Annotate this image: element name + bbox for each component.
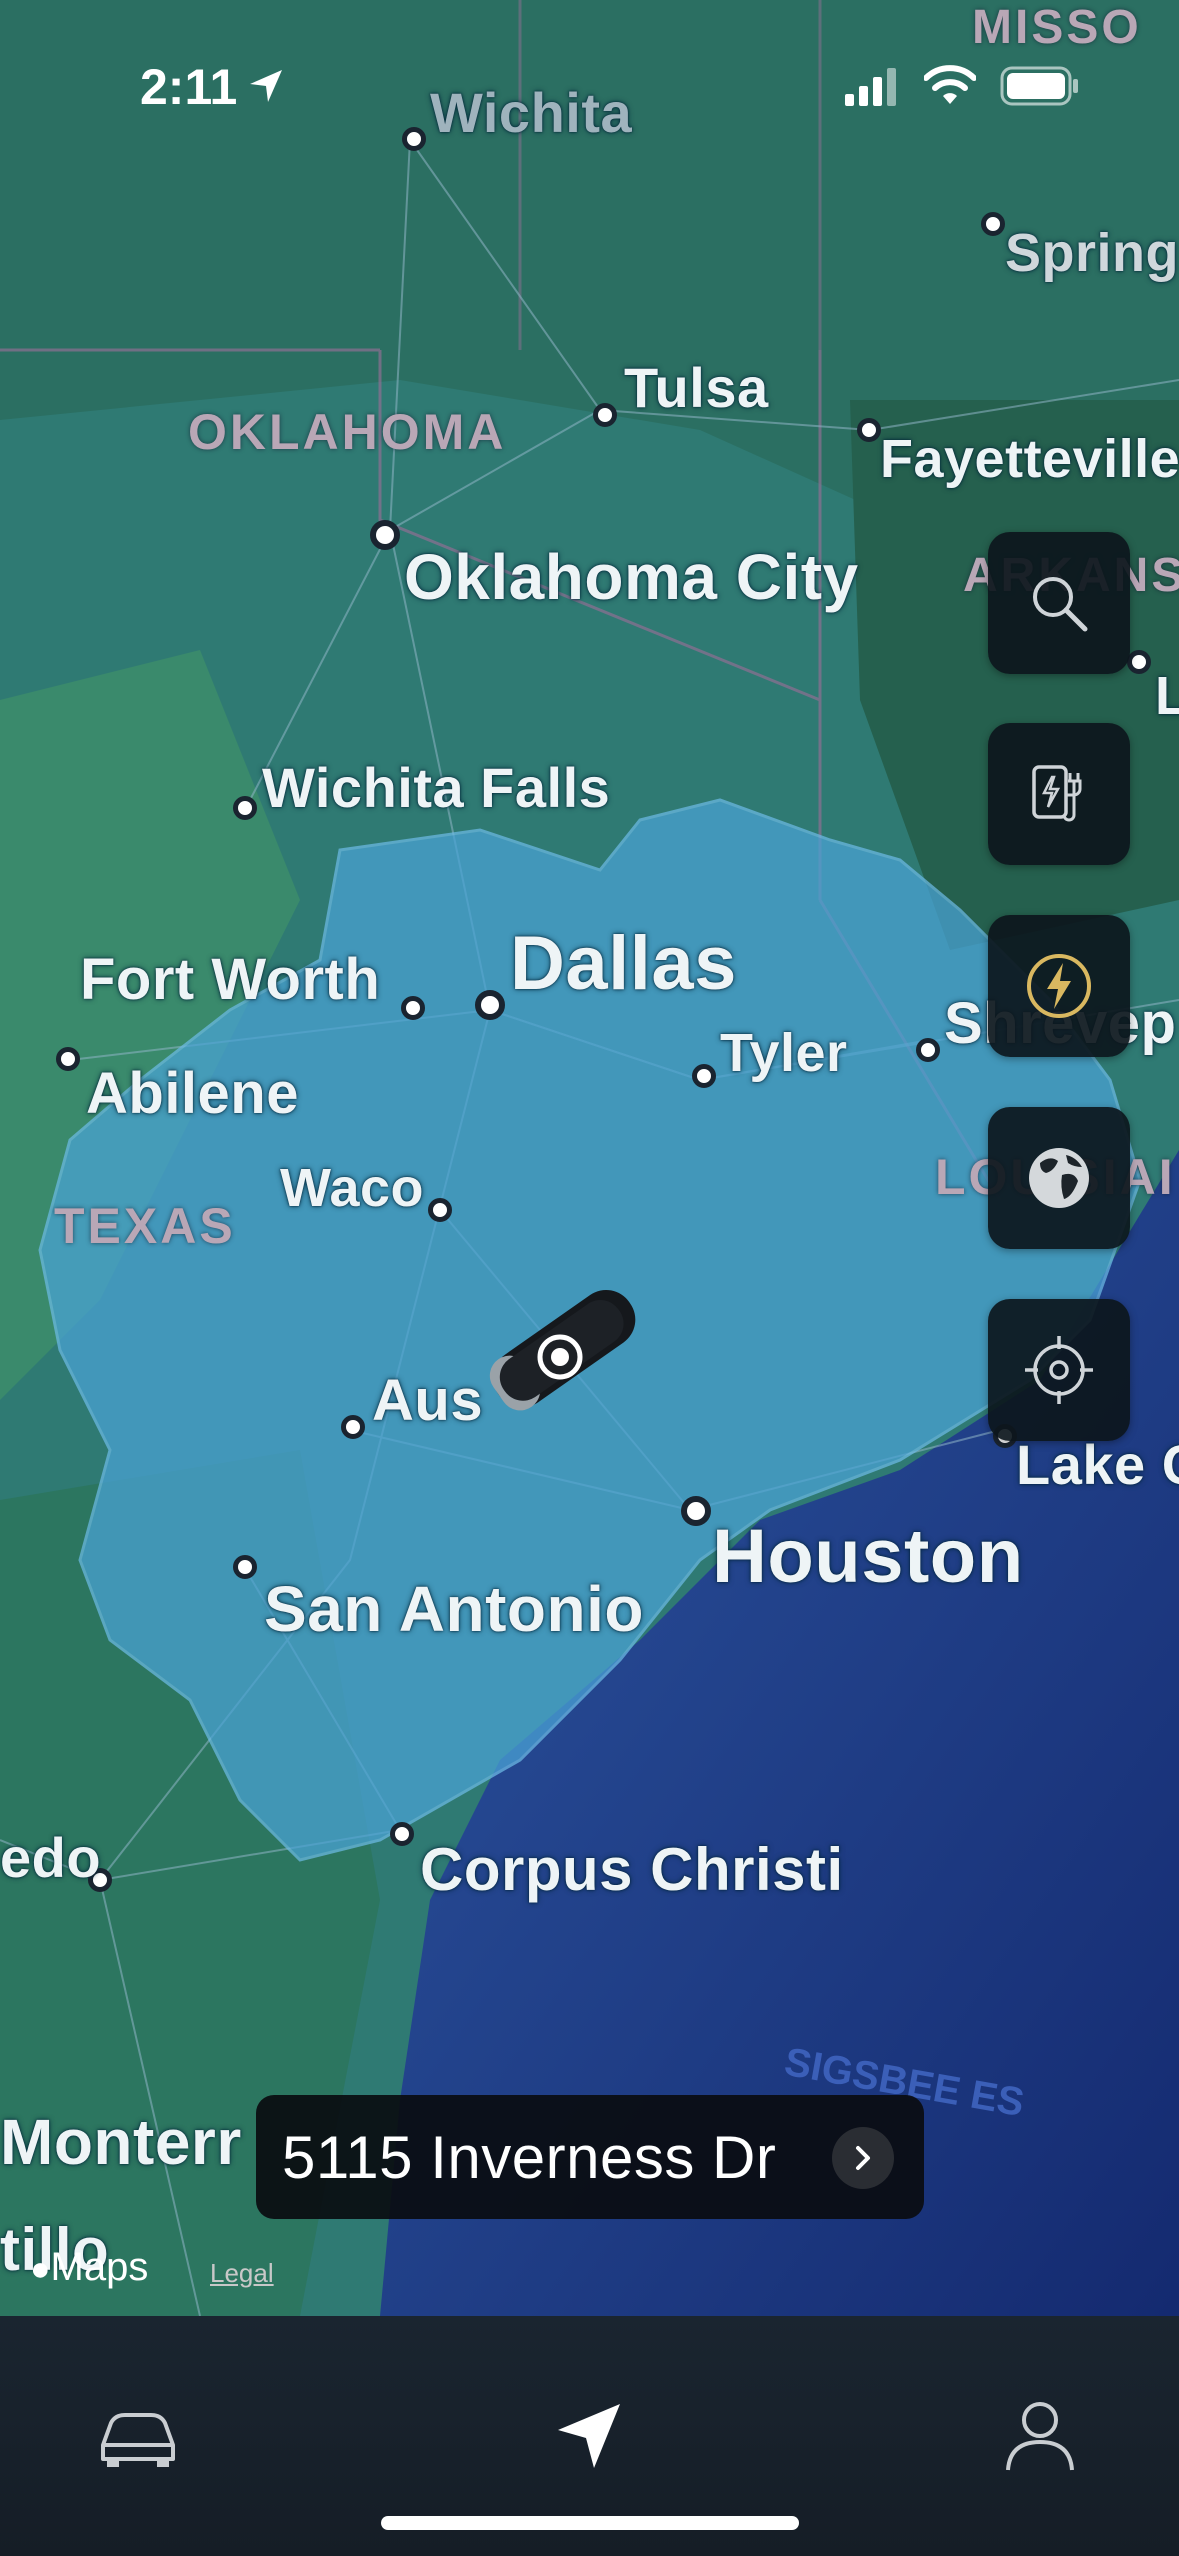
city-label-tyler: Tyler <box>720 1023 848 1083</box>
city-label-dallas: Dallas <box>510 921 737 1006</box>
city-dot-l <box>1127 650 1151 674</box>
city-dot-corpus-christi <box>390 1822 414 1846</box>
city-label-laredo: edo <box>0 1826 102 1889</box>
city-label-monterrey: Monterr <box>0 2106 242 2178</box>
city-dot-fayetteville <box>857 418 881 442</box>
city-label-corpus-christi: Corpus Christi <box>420 1836 844 1903</box>
city-dot-austin <box>341 1415 365 1439</box>
city-label-san-antonio: San Antonio <box>264 1573 644 1645</box>
city-dot-tyler <box>692 1064 716 1088</box>
supercharger-button[interactable] <box>988 915 1130 1057</box>
city-dot-abilene <box>56 1047 80 1071</box>
state-label-oklahoma: OKLAHOMA <box>188 404 507 460</box>
city-label-lake-charles: Lake C <box>1016 1433 1179 1496</box>
cellular-signal-icon <box>845 68 896 106</box>
city-label-wichita-falls: Wichita Falls <box>262 756 611 819</box>
city-dot-dallas <box>475 990 505 1020</box>
state-label-texas: TEXAS <box>54 1198 236 1254</box>
city-dot-spring <box>981 212 1005 236</box>
city-label-waco: Waco <box>280 1158 425 1218</box>
tab-navigation[interactable] <box>530 2376 650 2496</box>
navigation-arrow-icon <box>558 2404 620 2468</box>
city-dot-tulsa <box>593 403 617 427</box>
map-view[interactable]: SIGSBEE ES MISSO OKLAHOMA ARKANS TEXAS L… <box>0 0 1179 2316</box>
city-dot-waco <box>428 1198 452 1222</box>
city-label-oklahoma-city: Oklahoma City <box>404 541 859 613</box>
city-label-abilene: Abilene <box>86 1061 299 1126</box>
tab-profile[interactable] <box>980 2376 1100 2496</box>
destination-pill[interactable]: 5115 Inverness Dr <box>256 2095 924 2219</box>
city-dot-oklahoma-city <box>370 520 400 550</box>
car-icon <box>101 2413 175 2467</box>
recenter-button[interactable] <box>988 1299 1130 1441</box>
city-dot-san-antonio <box>233 1555 257 1579</box>
battery-icon <box>1000 66 1078 106</box>
charger-icon <box>1032 765 1082 822</box>
city-label-fayetteville: Fayetteville <box>880 429 1179 489</box>
search-icon <box>1033 577 1088 632</box>
wifi-icon <box>924 65 976 104</box>
city-label-houston: Houston <box>712 1514 1024 1599</box>
city-label-little-rock: L <box>1155 666 1179 726</box>
apple-logo-icon: ● <box>30 2250 51 2288</box>
legal-link[interactable]: Legal <box>210 2258 274 2289</box>
satellite-view-button[interactable] <box>988 1107 1130 1249</box>
status-bar: 2:11 <box>0 0 1179 160</box>
home-indicator[interactable] <box>381 2516 799 2530</box>
lightning-icon <box>1027 954 1091 1018</box>
city-dot-fort-worth <box>401 996 425 1020</box>
crosshair-icon <box>1025 1336 1093 1404</box>
destination-address: 5115 Inverness Dr <box>282 2123 777 2191</box>
city-label-tulsa: Tulsa <box>624 356 769 419</box>
tab-vehicle[interactable] <box>78 2376 198 2496</box>
globe-icon <box>1029 1148 1089 1208</box>
city-dot-wichita-falls <box>233 796 257 820</box>
charger-button[interactable] <box>988 723 1130 865</box>
city-label-austin: Aus <box>372 1368 484 1433</box>
city-dot-houston <box>681 1496 711 1526</box>
status-time: 2:11 <box>140 59 238 115</box>
city-label-spring: Spring <box>1005 223 1179 283</box>
maps-label: Maps <box>50 2245 149 2289</box>
search-button[interactable] <box>988 532 1130 674</box>
maps-attribution: ●Maps <box>30 2245 148 2290</box>
car-marker-icon[interactable] <box>468 1282 658 1412</box>
city-dot-shreveport <box>916 1038 940 1062</box>
profile-icon <box>1006 2402 1074 2471</box>
city-label-fort-worth: Fort Worth <box>80 947 381 1012</box>
location-arrow-icon <box>250 70 282 102</box>
chevron-right-icon[interactable] <box>832 2127 894 2189</box>
